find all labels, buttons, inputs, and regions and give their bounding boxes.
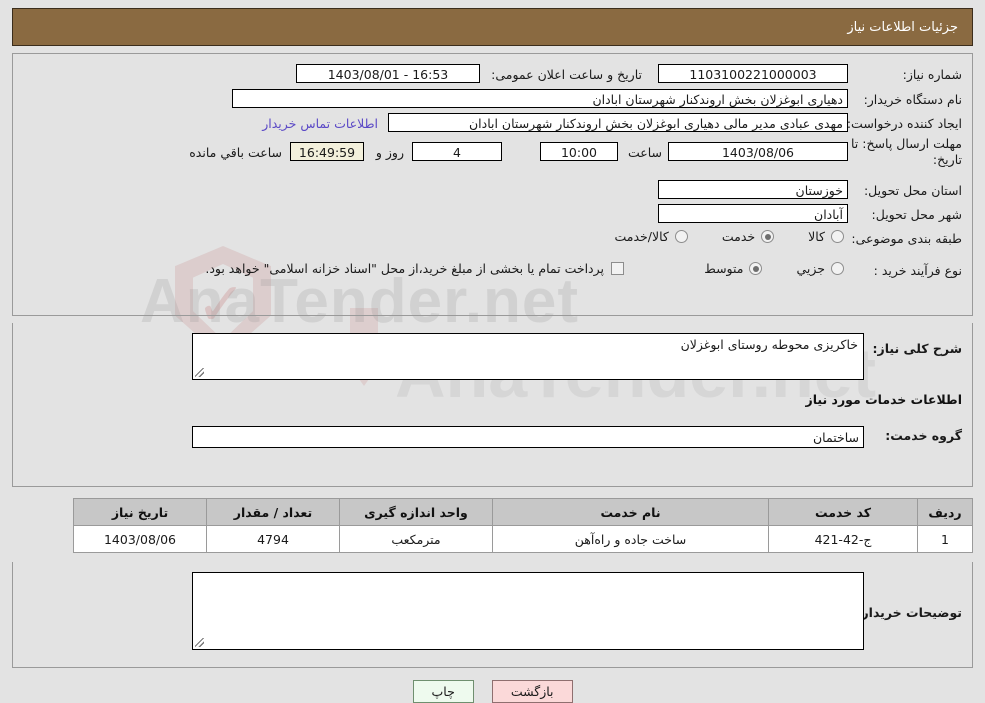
table-row: 1 ج-42-421 ساخت جاده و راه‌آهن مترمکعب 4… (73, 525, 973, 553)
print-button[interactable]: چاپ (412, 680, 474, 703)
public-announce-label: تاریخ و ساعت اعلان عمومی: (491, 67, 642, 82)
need-info-panel: شماره نیاز: 1103100221000003 تاریخ و ساع… (12, 53, 973, 316)
cell-unit: مترمکعب (339, 525, 493, 553)
buyer-notes-textarea[interactable] (192, 572, 864, 650)
buyer-org-label: نام دستگاه خریدار: (863, 92, 962, 107)
remaining-days: 4 (412, 142, 502, 161)
description-panel: شرح کلی نیاز: خاکریزی محوطه روستای ابوغز… (12, 323, 973, 487)
service-group-label: گروه خدمت: (885, 428, 962, 443)
page-root: جزئیات اطلاعات نیاز شماره نیاز: 11031002… (0, 8, 985, 703)
public-announce-value: 16:53 - 1403/08/01 (296, 64, 480, 83)
page-title: جزئیات اطلاعات نیاز (847, 19, 958, 35)
col-quantity: تعداد / مقدار (206, 498, 340, 526)
process-label: نوع فرآیند خرید : (873, 263, 962, 278)
action-bar: بازگشت چاپ (0, 680, 985, 703)
province-value: خوزستان (658, 180, 848, 199)
general-need-textarea[interactable]: خاکریزی محوطه روستای ابوغزلان (192, 333, 864, 380)
service-group-value: ساختمان (192, 426, 864, 448)
deadline-time: 10:00 (540, 142, 618, 161)
deadline-label: مهلت ارسال پاسخ: تا تاریخ: (851, 136, 962, 167)
radio-category-kala[interactable] (831, 230, 844, 243)
remaining-clock: 16:49:59 (290, 142, 364, 161)
radio-process-jozei-label[interactable]: جزیي (796, 261, 825, 276)
need-number-value: 1103100221000003 (658, 64, 848, 83)
deadline-hour-label: ساعت (627, 145, 662, 160)
treasury-option: پرداخت تمام یا بخشی از مبلغ خرید،از محل … (205, 261, 624, 276)
cell-name: ساخت جاده و راه‌آهن (492, 525, 769, 553)
treasury-text: پرداخت تمام یا بخشی از مبلغ خرید،از محل … (205, 261, 604, 276)
requester-label: ایجاد کننده درخواست: (846, 116, 962, 131)
requester-value: مهدی عبادی مدیر مالی دهیاری ابوغزلان بخش… (388, 113, 848, 132)
remaining-suffix: ساعت باقي مانده (189, 145, 282, 160)
province-label: استان محل تحویل: (863, 183, 962, 198)
buyer-notes-panel: توضیحات خریدار: (12, 562, 973, 668)
treasury-checkbox[interactable] (611, 262, 624, 275)
cell-code: ج-42-421 (768, 525, 918, 553)
col-code: کد خدمت (768, 498, 918, 526)
deadline-date: 1403/08/06 (668, 142, 848, 161)
radio-category-kala-label[interactable]: کالا (808, 229, 825, 244)
need-number-label: شماره نیاز: (902, 67, 962, 82)
back-button[interactable]: بازگشت (491, 680, 573, 703)
city-label: شهر محل تحویل: (871, 207, 962, 222)
radio-category-khedmat[interactable] (761, 230, 775, 243)
page-title-bar: جزئیات اطلاعات نیاز (12, 8, 973, 46)
buyer-notes-label: توضیحات خریدار: (856, 605, 962, 620)
radio-category-kala-khedmat[interactable] (674, 230, 688, 243)
services-table-wrapper: ردیف کد خدمت نام خدمت واحد اندازه گیری ت… (12, 498, 973, 553)
cell-index: 1 (917, 525, 973, 553)
radio-process-jozei[interactable] (831, 262, 844, 275)
radio-category-kala-khedmat-label[interactable]: کالا/خدمت (614, 229, 668, 244)
radio-category-khedmat-label[interactable]: خدمت (722, 229, 755, 244)
process-radio-group: جزیي متوسط (704, 261, 844, 276)
col-unit: واحد اندازه گیری (339, 498, 493, 526)
radio-process-motavaset-label[interactable]: متوسط (704, 261, 743, 276)
category-radio-group: کالا خدمت کالا/خدمت (614, 229, 844, 244)
col-index: ردیف (917, 498, 973, 526)
cell-date: 1403/08/06 (73, 525, 207, 553)
table-header-row: ردیف کد خدمت نام خدمت واحد اندازه گیری ت… (73, 498, 973, 526)
col-name: نام خدمت (492, 498, 769, 526)
radio-process-motavaset[interactable] (749, 262, 763, 275)
general-need-label: شرح کلی نیاز: (872, 341, 962, 356)
buyer-contact-link[interactable]: اطلاعات تماس خریدار (262, 116, 378, 131)
cell-quantity: 4794 (206, 525, 340, 553)
services-section-title: اطلاعات خدمات مورد نیاز (805, 392, 963, 407)
days-and-label: روز و (375, 145, 404, 160)
col-date: تاریخ نیاز (73, 498, 207, 526)
city-value: آبادان (658, 204, 848, 223)
buyer-org-value: دهیاری ابوغزلان بخش اروندکنار شهرستان اب… (232, 89, 848, 108)
category-label: طبقه بندی موضوعی: (851, 231, 962, 246)
services-table: ردیف کد خدمت نام خدمت واحد اندازه گیری ت… (73, 498, 973, 553)
